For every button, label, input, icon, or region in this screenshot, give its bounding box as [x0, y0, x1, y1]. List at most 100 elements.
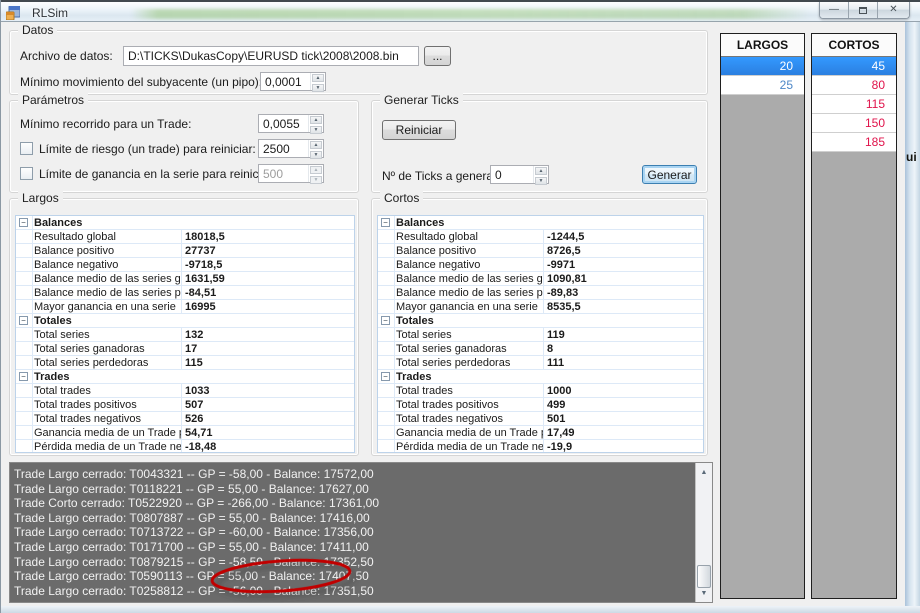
parametro-value[interactable]: 500 — [259, 165, 308, 182]
stats-row-label: Total series perdedoras — [395, 356, 544, 369]
log-line: Trade Largo cerrado: T0807887 -- GP = 55… — [14, 511, 692, 526]
window-right-border — [905, 22, 920, 606]
pipo-value[interactable]: 0,0001 — [261, 73, 310, 90]
nticks-stepper[interactable]: 0 ▲ ▼ — [490, 165, 549, 184]
stats-row[interactable]: Resultado global 18018,5 — [16, 230, 354, 244]
spin-up-icon[interactable]: ▲ — [310, 116, 322, 124]
nticks-value[interactable]: 0 — [491, 166, 533, 183]
stats-row-value: 1631,59 — [182, 272, 354, 285]
stats-category-value — [182, 370, 354, 383]
collapse-icon[interactable]: − — [19, 218, 28, 227]
close-button[interactable]: ✕ — [878, 2, 909, 18]
parametro-stepper[interactable]: 2500 ▲▼ — [258, 139, 324, 158]
scroll-down-button[interactable]: ▼ — [696, 585, 712, 601]
titlebar[interactable]: RLSim — ✕ — [1, 0, 920, 22]
stats-row[interactable]: Balance positivo 27737 — [16, 244, 354, 258]
collapse-icon[interactable]: − — [381, 218, 390, 227]
stats-category-row[interactable]: − Balances — [378, 216, 703, 230]
cortos-grid-row[interactable]: 115 — [812, 95, 896, 114]
parametro-label: Límite de riesgo (un trade) para reinici… — [39, 142, 258, 156]
log-scrollbar[interactable]: ▲ ▼ — [695, 463, 712, 602]
stats-category-row[interactable]: − Totales — [16, 314, 354, 328]
pipo-stepper[interactable]: 0,0001 ▲ ▼ — [260, 72, 326, 91]
stats-row[interactable]: Total trades 1000 — [378, 384, 703, 398]
generar-button[interactable]: Generar — [642, 165, 697, 184]
browse-button[interactable]: ... — [424, 46, 451, 66]
spin-up-icon[interactable]: ▲ — [535, 167, 547, 175]
largos-grid-row[interactable]: 20 — [721, 57, 804, 76]
stats-row[interactable]: Mayor ganancia en una serie 8535,5 — [378, 300, 703, 314]
cortos-grid-row[interactable]: 185 — [812, 133, 896, 152]
cortos-grid-row[interactable]: 150 — [812, 114, 896, 133]
parametro-stepper[interactable]: 500 ▲ ▼ — [258, 164, 324, 183]
spin-down-icon[interactable]: ▼ — [310, 126, 322, 134]
stats-category-row[interactable]: − Trades — [16, 370, 354, 384]
parametro-value[interactable]: 0,0055 — [259, 115, 308, 132]
stats-row-label: Ganancia media de un Trade positivo — [33, 426, 182, 439]
spin-down-icon[interactable]: ▼ — [535, 177, 547, 185]
stats-row[interactable]: Ganancia media de un Trade positivo 17,4… — [378, 426, 703, 440]
stats-row[interactable]: Total trades positivos 507 — [16, 398, 354, 412]
stats-row[interactable]: Total trades 1033 — [16, 384, 354, 398]
minimize-button[interactable]: — — [820, 2, 849, 18]
collapse-icon[interactable]: − — [381, 316, 390, 325]
collapse-icon[interactable]: − — [19, 372, 28, 381]
stats-row[interactable]: Total series perdedoras 111 — [378, 356, 703, 370]
stats-category-row[interactable]: − Totales — [378, 314, 703, 328]
cortos-grid-row[interactable]: 45 — [812, 57, 896, 76]
parametro-checkbox[interactable] — [20, 167, 33, 180]
stats-row[interactable]: Total series ganadoras 8 — [378, 342, 703, 356]
parametro-stepper[interactable]: 0,0055 ▲ ▼ — [258, 114, 324, 133]
stats-category-value — [182, 216, 354, 229]
stats-category-row[interactable]: − Balances — [16, 216, 354, 230]
generar-ticks-groupbox: Generar Ticks Reiniciar Nº de Ticks a ge… — [371, 100, 708, 193]
spin-down-icon[interactable]: ▼ — [312, 84, 324, 92]
window-title: RLSim — [32, 6, 68, 20]
spin-down-icon[interactable]: ▼ — [310, 176, 322, 184]
maximize-button[interactable] — [849, 2, 878, 18]
largos-grid-row[interactable]: 25 — [721, 76, 804, 95]
stats-row[interactable]: Balance negativo -9718,5 — [16, 258, 354, 272]
stats-row[interactable]: Balance medio de las series perdedoras -… — [16, 286, 354, 300]
parametro-value[interactable]: 2500 — [259, 140, 308, 157]
spin-up-icon[interactable]: ▲ — [312, 74, 324, 82]
stats-row[interactable]: Total trades negativos 526 — [16, 412, 354, 426]
stats-row[interactable]: Mayor ganancia en una serie 16995 — [16, 300, 354, 314]
stats-row[interactable]: Pérdida media de un Trade negativo -19,9 — [378, 440, 703, 453]
stats-row[interactable]: Resultado global -1244,5 — [378, 230, 703, 244]
stats-row-label: Total series ganadoras — [33, 342, 182, 355]
stats-row[interactable]: Total series 132 — [16, 328, 354, 342]
stats-gutter — [16, 384, 33, 397]
stats-row-value: 16995 — [182, 300, 354, 313]
parametro-checkbox[interactable] — [20, 142, 33, 155]
stats-row[interactable]: Pérdida media de un Trade negativo -18,4… — [16, 440, 354, 453]
stats-row-label: Balance positivo — [33, 244, 182, 257]
stats-row[interactable]: Total trades negativos 501 — [378, 412, 703, 426]
stats-category-row[interactable]: − Trades — [378, 370, 703, 384]
stats-row[interactable]: Total series perdedoras 115 — [16, 356, 354, 370]
stats-gutter: − — [378, 370, 395, 383]
collapse-icon[interactable]: − — [381, 372, 390, 381]
stats-row[interactable]: Balance positivo 8726,5 — [378, 244, 703, 258]
stats-row[interactable]: Ganancia media de un Trade positivo 54,7… — [16, 426, 354, 440]
log-output[interactable]: Trade Largo cerrado: T0043321 -- GP = -5… — [9, 462, 713, 603]
stats-row[interactable]: Total series ganadoras 17 — [16, 342, 354, 356]
stats-row[interactable]: Total trades positivos 499 — [378, 398, 703, 412]
spin-up-icon[interactable]: ▲ — [310, 141, 322, 149]
spin-up-icon[interactable]: ▲ — [310, 166, 322, 174]
scroll-up-button[interactable]: ▲ — [696, 464, 712, 480]
stats-category-name: Totales — [395, 314, 544, 327]
cell-value: 115 — [866, 97, 885, 111]
stats-row[interactable]: Balance medio de las series ganadoras 10… — [378, 272, 703, 286]
spin-down-icon[interactable]: ▼ — [310, 151, 322, 159]
archivo-input[interactable]: D:\TICKS\DukasCopy\EURUSD tick\2008\2008… — [123, 46, 419, 66]
stats-row[interactable]: Balance negativo -9971 — [378, 258, 703, 272]
stats-row-value: 17,49 — [544, 426, 703, 439]
stats-row[interactable]: Total series 119 — [378, 328, 703, 342]
stepper-buttons: ▲▼ — [308, 140, 323, 157]
reiniciar-button[interactable]: Reiniciar — [382, 120, 456, 140]
stats-row[interactable]: Balance medio de las series ganadoras 16… — [16, 272, 354, 286]
cortos-grid-row[interactable]: 80 — [812, 76, 896, 95]
collapse-icon[interactable]: − — [19, 316, 28, 325]
stats-row[interactable]: Balance medio de las series perdedoras -… — [378, 286, 703, 300]
